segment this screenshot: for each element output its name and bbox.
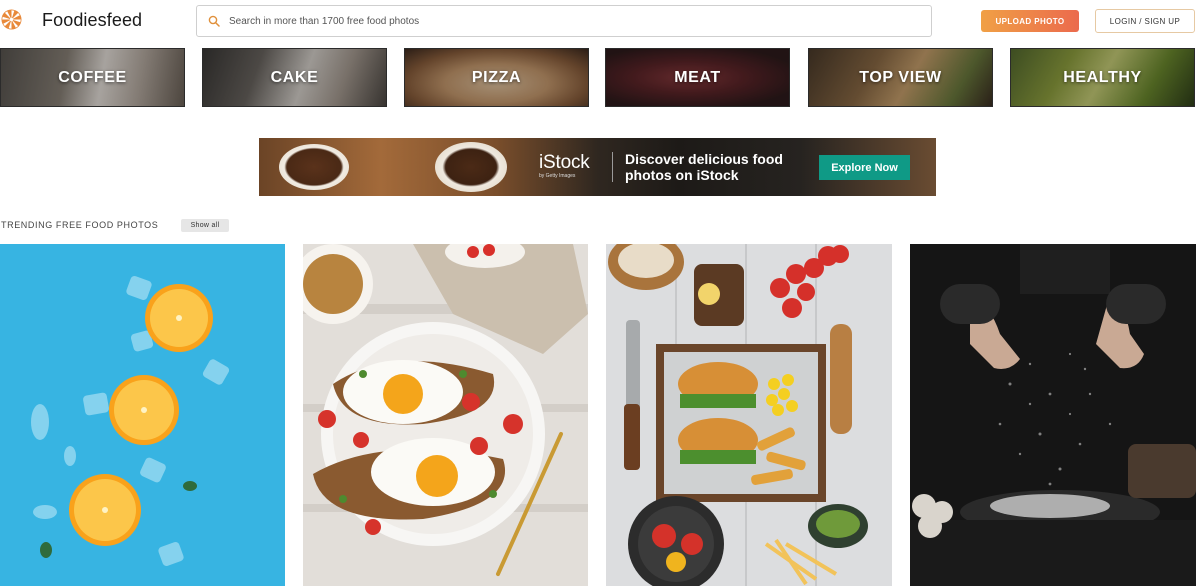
search-input[interactable] [229, 10, 919, 32]
login-signup-button[interactable]: LOGIN / SIGN UP [1095, 9, 1195, 33]
category-tile-top-view[interactable]: TOP VIEW [808, 48, 993, 107]
upload-photo-button[interactable]: UPLOAD PHOTO [981, 10, 1079, 32]
logo-text: Foodiesfeed [42, 10, 143, 30]
section-title: TRENDING FREE FOOD PHOTOS [1, 220, 159, 230]
site-header: Foodiesfeed UPLOAD PHOTO LOGIN / SIGN UP [0, 0, 1200, 44]
photo-card-burger-platter[interactable] [606, 244, 892, 586]
istock-subtitle: by Getty Images [539, 173, 576, 179]
photo-image [606, 244, 892, 586]
category-tile-cake[interactable]: CAKE [202, 48, 387, 107]
banner-food-image [435, 142, 507, 192]
category-label: TOP VIEW [859, 68, 942, 86]
banner-divider [612, 152, 613, 182]
search-icon [208, 15, 220, 27]
photo-card-egg-toast[interactable] [303, 244, 588, 586]
category-nav: COFFEE CAKE PIZZA MEAT TOP VIEW HEALTHY [0, 48, 1200, 107]
istock-logo: iStock by Getty Images [539, 153, 603, 180]
category-tile-healthy[interactable]: HEALTHY [1010, 48, 1195, 107]
search-bar [196, 5, 932, 37]
photo-image [0, 244, 285, 586]
istock-wordmark: iStock [539, 152, 590, 173]
category-label: PIZZA [471, 68, 522, 86]
photo-card-oranges[interactable] [0, 244, 285, 586]
category-label: COFFEE [58, 68, 127, 86]
logo-mark-icon [1, 9, 22, 30]
photo-image [303, 244, 588, 586]
photo-card-flour-hands[interactable] [910, 244, 1196, 586]
category-label: MEAT [674, 68, 721, 86]
category-tile-meat[interactable]: MEAT [605, 48, 790, 107]
category-tile-coffee[interactable]: COFFEE [0, 48, 185, 107]
istock-ad-banner[interactable]: iStock by Getty Images Discover deliciou… [259, 138, 936, 196]
banner-headline: Discover delicious food photos on iStock [625, 151, 783, 183]
site-logo[interactable]: Foodiesfeed [1, 9, 142, 30]
category-label: CAKE [270, 68, 319, 86]
category-label: HEALTHY [1063, 68, 1142, 86]
show-all-button[interactable]: Show all [181, 219, 229, 232]
photo-image [910, 244, 1196, 586]
explore-now-button[interactable]: Explore Now [819, 155, 910, 180]
category-tile-pizza[interactable]: PIZZA [404, 48, 589, 107]
banner-food-image [279, 144, 349, 190]
